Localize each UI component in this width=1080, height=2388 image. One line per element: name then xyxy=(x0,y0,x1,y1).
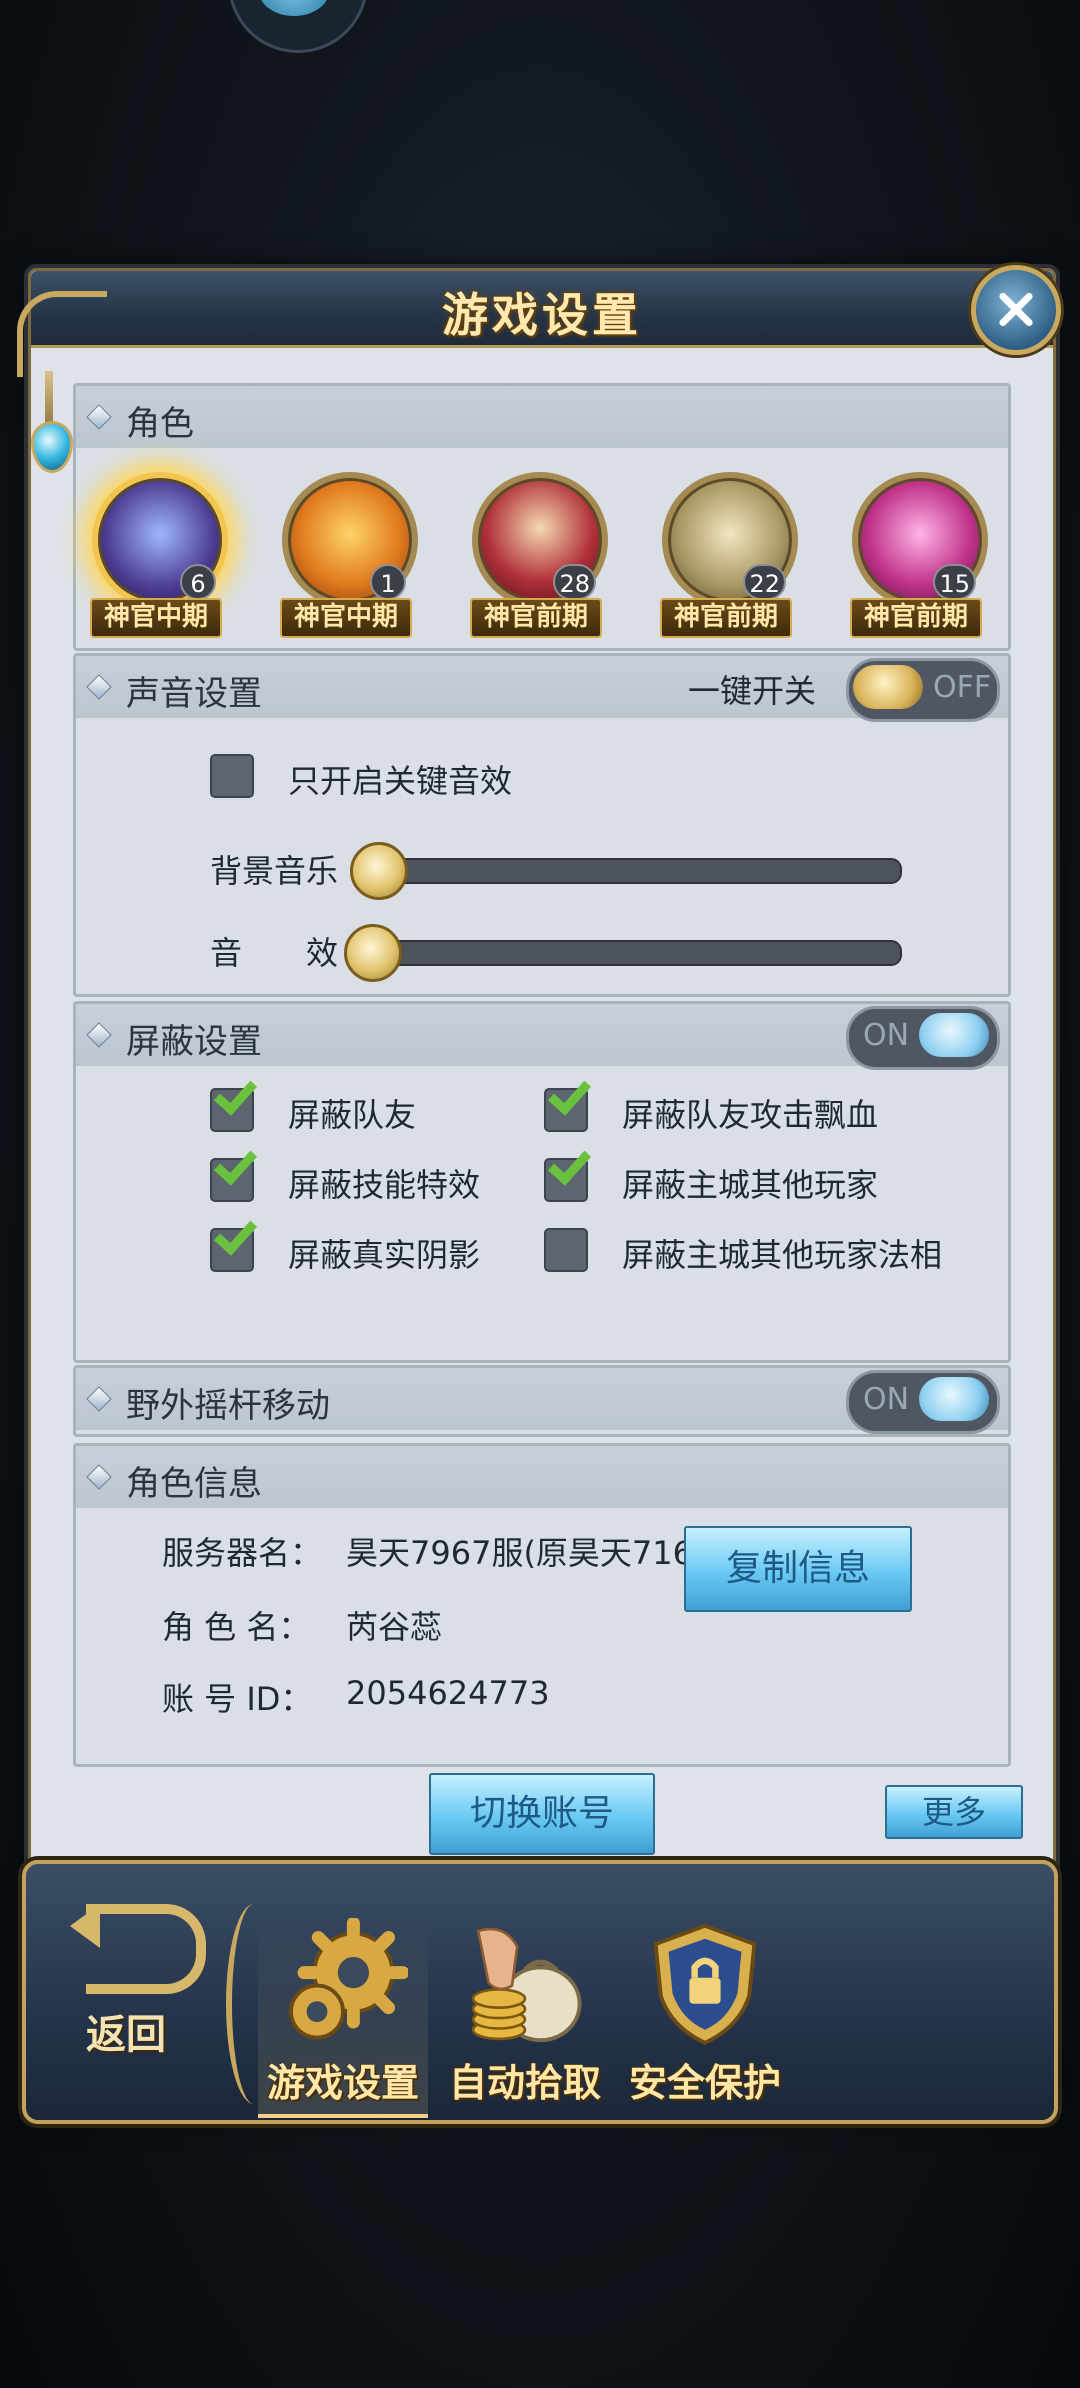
check-icon xyxy=(547,1071,592,1116)
nav-label: 游戏设置 xyxy=(266,2061,419,2105)
block-city-players-checkbox[interactable] xyxy=(544,1141,592,1202)
back-button[interactable]: 返回 xyxy=(66,1904,246,2094)
check-icon xyxy=(213,1141,258,1186)
sfx-slider-knob[interactable] xyxy=(344,924,402,982)
copy-info-button[interactable]: 复制信息 xyxy=(684,1526,912,1612)
check-icon xyxy=(213,1211,258,1256)
role-slot-2[interactable]: 1 神官中期 xyxy=(274,472,418,638)
role-name-label: 角 色 名： xyxy=(162,1608,311,1646)
role-level: 15 xyxy=(933,564,976,600)
role-info-section: 角色信息 服务器名： 昊天7967服(原昊天7163服) 角 色 名： 芮谷蕊 … xyxy=(73,1443,1011,1767)
bottom-nav: 返回 游戏设置 自动拾取 安全保护 xyxy=(22,1860,1058,2124)
block-section-title: 屏蔽设置 xyxy=(126,1022,262,1062)
check-icon xyxy=(213,1071,258,1116)
bgm-label: 背景音乐 xyxy=(210,852,339,890)
diamond-icon xyxy=(86,1386,112,1412)
gear-icon xyxy=(289,1918,408,2040)
role-tag: 神官前期 xyxy=(850,598,982,638)
account-id-label: 账 号 ID： xyxy=(162,1680,313,1718)
toggle-state: ON xyxy=(863,1382,910,1417)
diamond-icon xyxy=(86,1464,112,1490)
toggle-state: ON xyxy=(863,1018,910,1053)
joystick-section: 野外摇杆移动 ON xyxy=(73,1365,1011,1437)
role-slot-3[interactable]: 28 神官前期 xyxy=(464,472,608,638)
block-shadow-checkbox[interactable] xyxy=(210,1211,258,1272)
block-team-damage-checkbox[interactable] xyxy=(544,1071,592,1132)
block-option-label: 屏蔽真实阴影 xyxy=(288,1236,481,1274)
block-option-label: 屏蔽技能特效 xyxy=(288,1166,481,1204)
role-tag: 神官中期 xyxy=(280,598,412,638)
nav-auto-pickup[interactable]: 自动拾取 xyxy=(440,1918,610,2114)
top-avatar xyxy=(228,0,368,53)
role-level: 22 xyxy=(743,564,786,600)
block-option-label: 屏蔽主城其他玩家 xyxy=(622,1166,879,1204)
role-level: 6 xyxy=(180,564,216,600)
block-skill-effects-checkbox[interactable] xyxy=(210,1141,258,1202)
role-tag: 神官前期 xyxy=(660,598,792,638)
toggle-knob xyxy=(919,1013,989,1057)
corner-ornament-icon xyxy=(17,291,107,377)
switch-account-button[interactable]: 切换账号 xyxy=(429,1773,655,1855)
role-tag: 神官中期 xyxy=(90,598,222,638)
bgm-slider[interactable] xyxy=(374,858,902,884)
key-sfx-checkbox[interactable] xyxy=(210,754,254,798)
back-label: 返回 xyxy=(86,2012,166,2058)
title-bar: 游戏设置 xyxy=(31,271,1053,348)
nav-label: 安全保护 xyxy=(628,2061,781,2105)
back-arrow-head-icon xyxy=(70,1904,100,1948)
block-section: 屏蔽设置 ON 屏蔽队友 屏蔽队友攻击飘血 屏蔽技能特效 屏蔽主城其他玩家 屏蔽… xyxy=(73,1001,1011,1363)
block-option-label: 屏蔽队友攻击飘血 xyxy=(622,1096,879,1134)
role-slot-5[interactable]: 15 神官前期 xyxy=(844,472,988,638)
gem-icon xyxy=(31,421,73,473)
window-title: 游戏设置 xyxy=(442,288,642,342)
joystick-toggle[interactable]: ON xyxy=(846,1370,1000,1434)
role-slot-1[interactable]: 6 神官中期 xyxy=(84,472,228,638)
one-key-label: 一键开关 xyxy=(688,672,817,710)
role-section: 角色 6 神官中期 1 神官中期 28 神官前期 22 神官前期 15 神官前期 xyxy=(73,383,1011,651)
back-arrow-icon xyxy=(86,1904,206,1994)
nav-game-settings[interactable]: 游戏设置 xyxy=(258,1918,428,2118)
account-id-value: 2054624773 xyxy=(346,1674,550,1712)
bgm-slider-knob[interactable] xyxy=(350,842,408,900)
block-toggle[interactable]: ON xyxy=(846,1006,1000,1070)
role-level: 1 xyxy=(370,564,406,600)
role-slot-4[interactable]: 22 神官前期 xyxy=(654,472,798,638)
role-info-title: 角色信息 xyxy=(126,1464,262,1504)
toggle-knob xyxy=(919,1377,989,1421)
diamond-icon xyxy=(86,1022,112,1048)
money-bag-icon xyxy=(471,1927,582,2043)
settings-window: 游戏设置 角色 6 神官中期 1 神官中期 28 神官前期 22 神官前期 15… xyxy=(17,265,1061,2114)
key-sfx-label: 只开启关键音效 xyxy=(288,762,513,800)
nav-label: 自动拾取 xyxy=(448,2061,601,2105)
nav-security[interactable]: 安全保护 xyxy=(620,1918,790,2114)
shield-lock-icon xyxy=(653,1923,757,2045)
block-city-avatar-checkbox[interactable] xyxy=(544,1228,588,1272)
role-name-value: 芮谷蕊 xyxy=(346,1608,443,1646)
block-option-label: 屏蔽主城其他玩家法相 xyxy=(622,1236,943,1274)
server-label: 服务器名： xyxy=(162,1534,323,1572)
toggle-knob xyxy=(853,665,923,709)
role-level: 28 xyxy=(553,564,596,600)
toggle-state: OFF xyxy=(933,670,992,705)
close-button[interactable] xyxy=(971,265,1061,355)
block-option-label: 屏蔽队友 xyxy=(288,1096,417,1134)
sound-section-title: 声音设置 xyxy=(126,674,262,714)
sfx-slider[interactable] xyxy=(374,940,902,966)
diamond-icon xyxy=(86,674,112,700)
joystick-section-title: 野外摇杆移动 xyxy=(126,1386,330,1426)
sfx-label: 音 效 xyxy=(210,934,339,972)
more-button[interactable]: 更多 xyxy=(885,1785,1023,1839)
check-icon xyxy=(547,1141,592,1186)
block-teammates-checkbox[interactable] xyxy=(210,1071,258,1132)
diamond-icon xyxy=(86,404,112,430)
role-section-title: 角色 xyxy=(126,404,194,444)
one-key-toggle[interactable]: OFF xyxy=(846,658,1000,722)
sound-section: 声音设置 一键开关 OFF 只开启关键音效 背景音乐 音 效 xyxy=(73,653,1011,997)
role-tag: 神官前期 xyxy=(470,598,602,638)
